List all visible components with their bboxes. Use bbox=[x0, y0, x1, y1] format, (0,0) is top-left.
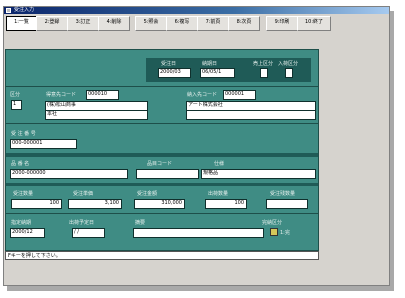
ship-date-field[interactable]: / / bbox=[72, 228, 105, 238]
due-date-label: 指定納期 bbox=[11, 220, 32, 226]
f7-prev-button[interactable]: 7:前頁 bbox=[197, 16, 229, 31]
qty-label: 受注数量 bbox=[13, 191, 34, 197]
note-field[interactable] bbox=[133, 228, 264, 238]
f5-inquiry-button[interactable]: 5:照会 bbox=[135, 16, 167, 31]
done-checkbox[interactable] bbox=[270, 228, 278, 236]
done-label: 完納区分 bbox=[262, 220, 283, 226]
delivery-date-field[interactable]: 06/05/1 bbox=[200, 68, 235, 78]
sales-flag-field[interactable] bbox=[260, 68, 268, 78]
due-date-field[interactable]: 2000/12 bbox=[10, 228, 45, 238]
received-date-field[interactable]: 2000/03 bbox=[158, 68, 191, 78]
divider bbox=[6, 86, 318, 87]
function-key-toolbar: 1:一覧 2:登録 3:訂正 4:削除 5:照会 6:複写 7:前頁 8:次頁 … bbox=[4, 15, 389, 31]
status-message: Fキーを押して下さい。 bbox=[8, 253, 61, 259]
kubun-label: 区分 bbox=[10, 92, 21, 98]
customer-branch-field[interactable]: 本社 bbox=[45, 110, 148, 120]
ship-date-label: 出荷予定日 bbox=[69, 220, 95, 226]
delivery-code-label: 納入先コード bbox=[187, 92, 218, 98]
note-label: 摘要 bbox=[135, 220, 146, 226]
app-icon bbox=[6, 8, 11, 13]
sales-flag-label: 売上区分 bbox=[253, 61, 274, 67]
kubun-field[interactable]: 1 bbox=[11, 100, 22, 110]
f10-exit-button[interactable]: 10:終了 bbox=[297, 16, 331, 31]
category-label: 品目コード bbox=[147, 161, 173, 167]
shipped-field[interactable]: 100 bbox=[205, 199, 247, 209]
qty-field[interactable]: 100 bbox=[11, 199, 62, 209]
f9-print-button[interactable]: 9:印刷 bbox=[266, 16, 298, 31]
product-label: 品 番 名 bbox=[11, 161, 30, 167]
divider bbox=[6, 213, 318, 214]
done-value: 1:完 bbox=[280, 230, 290, 236]
delivery-code-field[interactable]: 000001 bbox=[223, 90, 256, 100]
delivery-date-label: 納期日 bbox=[202, 61, 218, 67]
delivery-name2-field[interactable] bbox=[186, 110, 316, 120]
f8-next-button[interactable]: 8:次頁 bbox=[228, 16, 260, 31]
amount-field[interactable]: 310,000 bbox=[134, 199, 185, 209]
title-bar: 受注入力 bbox=[4, 7, 389, 14]
f1-list-button[interactable]: 1:一覧 bbox=[6, 16, 37, 31]
f6-copy-button[interactable]: 6:複写 bbox=[166, 16, 198, 31]
product-code-field[interactable]: 2000-000000 bbox=[10, 169, 128, 179]
f2-register-button[interactable]: 2:登録 bbox=[36, 16, 68, 31]
price-label: 受注単価 bbox=[73, 191, 94, 197]
window-title: 受注入力 bbox=[14, 7, 35, 13]
spec-label: 仕様 bbox=[214, 161, 225, 167]
divider bbox=[6, 123, 318, 124]
order-no-field[interactable]: 000-000001 bbox=[10, 139, 77, 149]
arrival-flag-field[interactable] bbox=[285, 68, 293, 78]
status-bar: Fキーを押して下さい。 bbox=[5, 251, 319, 260]
arrival-flag-label: 入荷区分 bbox=[278, 61, 299, 67]
spec-field[interactable]: 規格品 bbox=[201, 169, 316, 179]
f3-edit-button[interactable]: 3:訂正 bbox=[67, 16, 99, 31]
order-no-label: 受 注 番 号 bbox=[11, 131, 36, 137]
unshipped-field[interactable] bbox=[266, 199, 308, 209]
order-entry-panel: 受注日 2000/03 納期日 06/05/1 売上区分 入荷区分 区分 1 得… bbox=[5, 49, 319, 251]
band bbox=[6, 183, 318, 186]
band bbox=[6, 153, 318, 157]
received-date-label: 受注日 bbox=[161, 61, 177, 67]
customer-code-field[interactable]: 000010 bbox=[86, 90, 119, 100]
amount-label: 受注金額 bbox=[137, 191, 158, 197]
price-field[interactable]: 3,100 bbox=[68, 199, 122, 209]
unshipped-label: 受注残数量 bbox=[270, 191, 296, 197]
customer-code-label: 得意先コード bbox=[46, 92, 77, 98]
category-field[interactable] bbox=[136, 169, 199, 179]
shipped-label: 出荷数量 bbox=[208, 191, 229, 197]
f4-delete-button[interactable]: 4:削除 bbox=[98, 16, 130, 31]
